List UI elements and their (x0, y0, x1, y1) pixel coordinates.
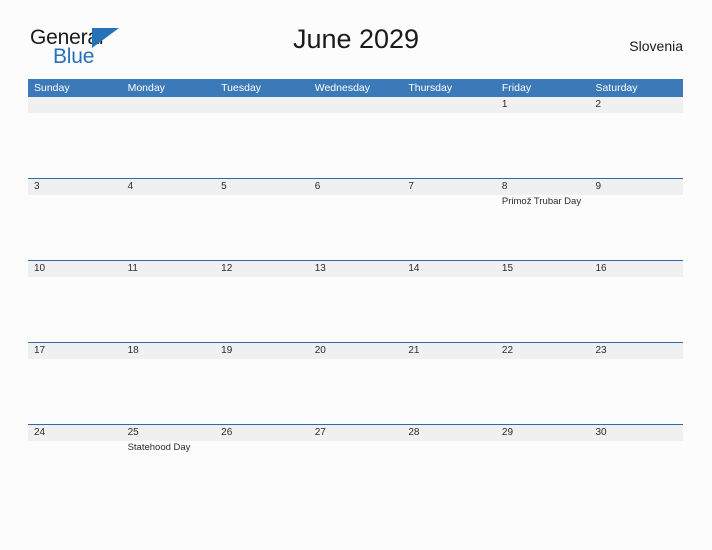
day-number: 22 (501, 345, 514, 356)
day-cell[interactable]: 27 (309, 425, 403, 506)
day-number: 25 (127, 427, 139, 438)
day-cell[interactable]: 23 (589, 343, 683, 424)
day-number: 28 (408, 427, 420, 438)
day-number: 5 (221, 181, 227, 192)
day-number: 24 (34, 427, 46, 438)
day-number: 6 (314, 181, 321, 192)
day-number: 27 (314, 427, 326, 438)
calendar-weeks: 1 2 3 4 5 6 7 8 Primož Trubar Day 9 10 11 12 13 14 15 16… (28, 97, 683, 506)
day-number: 18 (127, 345, 139, 356)
day-number: 17 (34, 345, 46, 356)
day-cell[interactable]: 3 (28, 179, 122, 260)
day-cell[interactable] (309, 97, 403, 178)
week-cells: 3 4 5 6 7 8 Primož Trubar Day 9 (28, 179, 683, 260)
day-cell[interactable]: 18 (122, 343, 216, 424)
day-cell[interactable]: 5 (215, 179, 309, 260)
calendar-week-row: 3 4 5 6 7 8 Primož Trubar Day 9 (28, 178, 683, 260)
weekday-header-wednesday: Wednesday (314, 82, 370, 94)
day-cell[interactable]: 1 (496, 97, 590, 178)
week-cells: 12 (28, 97, 683, 178)
day-number: 29 (501, 427, 514, 438)
weekday-header-saturday: Saturday (595, 82, 638, 94)
day-cell[interactable]: 15 (496, 261, 590, 342)
weekday-header-monday: Monday (127, 82, 165, 94)
country-label: Slovenia (629, 38, 683, 54)
day-cell[interactable]: 7 (402, 179, 496, 260)
day-cell[interactable]: 6 (309, 179, 403, 260)
day-cell[interactable]: 21 (402, 343, 496, 424)
weekday-header-row: Sunday Monday Tuesday Wednesday Thursday Frid… (28, 79, 683, 97)
day-number: 1 (501, 99, 508, 110)
holiday-label: Statehood Day (127, 442, 191, 453)
day-number: 26 (221, 427, 233, 438)
day-cell[interactable]: 9 (589, 179, 683, 260)
day-number: 11 (127, 263, 138, 274)
weekday-header-friday: Friday (501, 82, 532, 94)
calendar-week-row: 12 (28, 97, 683, 178)
day-cell[interactable]: 17 (28, 343, 122, 424)
day-number: 10 (34, 263, 46, 274)
day-number: 8 (501, 181, 508, 192)
day-cell[interactable]: 11 (122, 261, 216, 342)
day-cell[interactable]: 10 (28, 261, 122, 342)
day-cell[interactable]: 22 (496, 343, 590, 424)
day-cell[interactable]: 24 (28, 425, 122, 506)
weekday-header-tuesday: Tuesday (221, 82, 262, 94)
page-header: General Blue June 2029 Slovenia (0, 24, 712, 72)
calendar-week-row: 10 11 12 13 14 15 16 (28, 260, 683, 342)
day-cell[interactable]: 16 (589, 261, 683, 342)
day-number: 15 (501, 263, 514, 274)
day-cell[interactable]: 4 (122, 179, 216, 260)
day-number: 2 (595, 99, 602, 110)
day-number: 20 (314, 345, 326, 356)
day-cell[interactable]: 28 (402, 425, 496, 506)
week-cells: 17 18 19 20 21 22 23 (28, 343, 683, 424)
day-cell[interactable]: 29 (496, 425, 590, 506)
day-cell[interactable]: 20 (309, 343, 403, 424)
day-cell[interactable]: 8 Primož Trubar Day (496, 179, 590, 260)
calendar-week-row: 17 18 19 20 21 22 23 (28, 342, 683, 424)
day-cell[interactable]: 12 (215, 261, 309, 342)
page-title: June 2029 (292, 24, 420, 54)
weekday-header-sunday: Sunday (34, 82, 70, 94)
day-cell[interactable]: 13 (309, 261, 403, 342)
day-cell[interactable] (122, 97, 216, 178)
day-cell[interactable] (402, 97, 496, 178)
week-cells: 24 25 Statehood Day 26 27 28 29 30 (28, 425, 683, 506)
day-number: 3 (34, 181, 40, 192)
day-number: 16 (595, 263, 607, 274)
day-cell[interactable] (28, 97, 122, 178)
calendar-page: General Blue June 2029 Slovenia Sunday Mo… (0, 0, 712, 550)
day-number: 13 (314, 263, 326, 274)
day-cell[interactable] (215, 97, 309, 178)
day-number: 21 (408, 345, 420, 356)
day-cell[interactable]: 2 (589, 97, 683, 178)
calendar-week-row: 24 25 Statehood Day 26 27 28 29 30 (28, 424, 683, 506)
week-cells: 10 11 12 13 14 15 16 (28, 261, 683, 342)
holiday-label: Primož Trubar Day (501, 196, 582, 207)
day-number: 12 (221, 263, 233, 274)
day-cell[interactable]: 14 (402, 261, 496, 342)
day-number: 9 (595, 181, 602, 192)
day-number: 19 (221, 345, 233, 356)
day-number: 23 (595, 345, 607, 356)
day-number: 7 (408, 181, 414, 192)
day-cell[interactable]: 19 (215, 343, 309, 424)
day-number: 30 (595, 427, 607, 438)
day-cell[interactable]: 25 Statehood Day (122, 425, 216, 506)
calendar-grid: Sunday Monday Tuesday Wednesday Thursday Frid… (28, 79, 683, 506)
day-number: 14 (408, 263, 420, 274)
day-number: 4 (127, 181, 134, 192)
weekday-header-thursday: Thursday (408, 82, 453, 94)
day-cell[interactable]: 30 (589, 425, 683, 506)
day-cell[interactable]: 26 (215, 425, 309, 506)
